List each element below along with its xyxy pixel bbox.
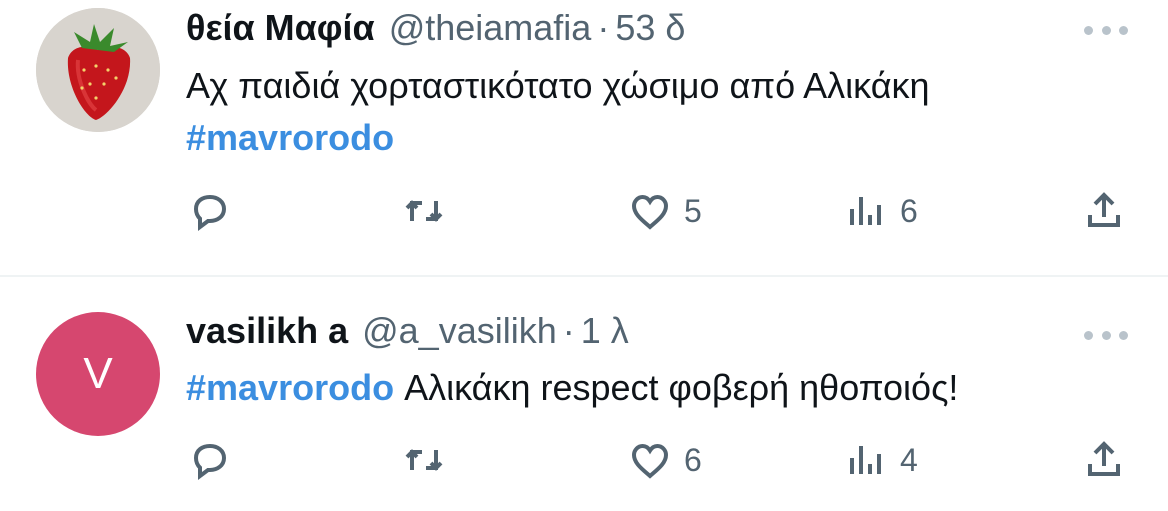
reply-icon <box>193 194 227 231</box>
reply-icon <box>193 443 227 480</box>
more-icon[interactable] <box>1084 22 1128 38</box>
tweet-text: #mavrorodo Αλικάκη respect φοβερή ηθοποι… <box>186 362 1146 414</box>
more-icon[interactable] <box>1084 327 1128 343</box>
tweet-body: Αχ παιδιά χορταστικότατο χώσιμο από Αλικ… <box>186 65 930 106</box>
share-button[interactable] <box>1080 186 1128 236</box>
share-icon <box>1088 441 1120 476</box>
views-count: 4 <box>900 441 918 478</box>
timestamp[interactable]: 53 δ <box>615 6 685 50</box>
display-name[interactable]: θεία Μαφία <box>186 6 375 50</box>
like-button[interactable]: 6 <box>626 435 702 485</box>
avatar[interactable] <box>36 8 160 132</box>
hashtag-link[interactable]: #mavrorodo <box>186 117 394 158</box>
tweet-body: Αλικάκη respect φοβερή ηθοποιός! <box>394 367 959 408</box>
share-icon <box>1088 192 1120 227</box>
like-icon <box>631 194 669 230</box>
like-count: 5 <box>684 192 702 229</box>
display-name[interactable]: vasilikh a <box>186 309 348 353</box>
tweet[interactable]: V vasilikh a @a_vasilikh · 1 λ #mavrorod… <box>0 277 1168 511</box>
views-count: 6 <box>900 192 918 229</box>
views-button[interactable]: 4 <box>842 435 918 485</box>
views-button[interactable]: 6 <box>842 186 918 236</box>
separator: · <box>597 7 610 48</box>
retweet-button[interactable] <box>400 435 448 485</box>
like-icon <box>631 443 669 479</box>
tweet-header: vasilikh a @a_vasilikh · 1 λ <box>186 309 629 353</box>
retweet-icon <box>405 200 443 222</box>
timestamp[interactable]: 1 λ <box>581 309 629 353</box>
tweet-text: Αχ παιδιά χορταστικότατο χώσιμο από Αλικ… <box>186 60 1146 164</box>
views-icon <box>850 446 881 474</box>
strawberry-icon <box>36 8 160 132</box>
reply-button[interactable] <box>186 435 234 485</box>
retweet-icon <box>405 449 443 471</box>
retweet-button[interactable] <box>400 186 448 236</box>
action-bar: 5 6 <box>186 186 1136 236</box>
like-count: 6 <box>684 441 702 478</box>
tweet-header: θεία Μαφία @theiamafia · 53 δ <box>186 6 685 50</box>
user-handle[interactable]: @theiamafia <box>389 6 592 50</box>
hashtag-link[interactable]: #mavrorodo <box>186 367 394 408</box>
tweet[interactable]: θεία Μαφία @theiamafia · 53 δ Αχ παιδιά … <box>0 0 1168 276</box>
views-icon <box>850 197 881 225</box>
avatar-letter: V <box>83 349 113 398</box>
user-handle[interactable]: @a_vasilikh <box>362 309 557 353</box>
action-bar: 6 4 <box>186 435 1136 485</box>
separator: · <box>562 310 575 351</box>
avatar[interactable]: V <box>36 312 160 436</box>
like-button[interactable]: 5 <box>626 186 702 236</box>
reply-button[interactable] <box>186 186 234 236</box>
share-button[interactable] <box>1080 435 1128 485</box>
